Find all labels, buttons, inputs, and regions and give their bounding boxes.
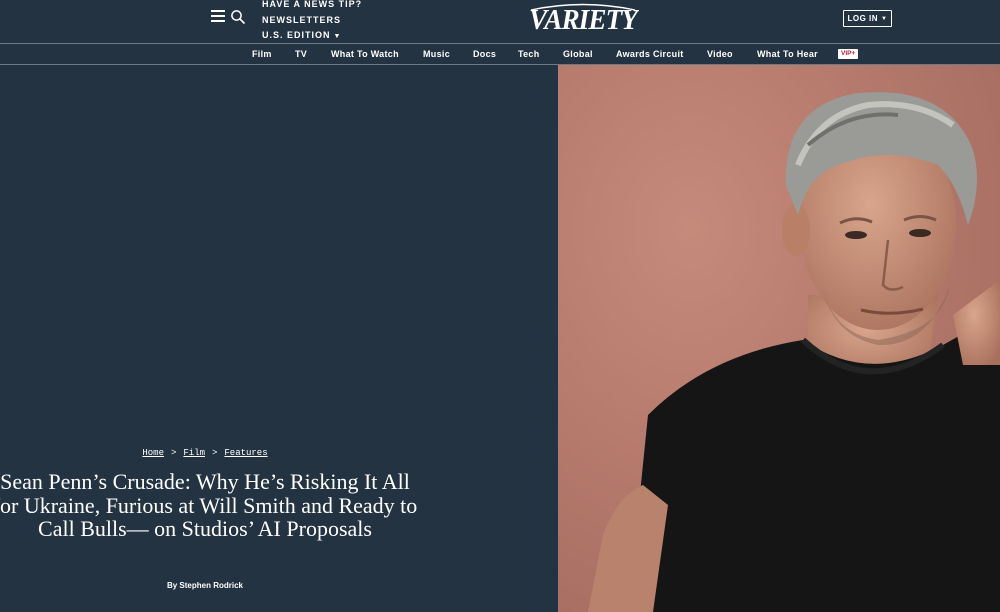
news-tip-link[interactable]: HAVE A NEWS TIP? bbox=[262, 0, 362, 13]
edition-label: U.S. EDITION bbox=[262, 30, 331, 40]
article-headline: Sean Penn’s Crusade: Why He’s Risking It… bbox=[0, 469, 418, 541]
login-button[interactable]: LOG IN ▼ bbox=[843, 10, 892, 27]
hero-photo bbox=[558, 65, 1000, 612]
nav-item-tv[interactable]: TV bbox=[295, 44, 307, 64]
nav-item-what-to-watch[interactable]: What To Watch bbox=[331, 44, 399, 64]
breadcrumb-home[interactable]: Home bbox=[142, 448, 164, 458]
breadcrumb-film[interactable]: Film bbox=[183, 448, 205, 458]
login-label: LOG IN bbox=[847, 14, 879, 23]
logo-text: VARIETY bbox=[529, 4, 639, 36]
chevron-down-icon: ▼ bbox=[881, 15, 888, 22]
nav-item-video[interactable]: Video bbox=[707, 44, 733, 64]
nav-item-global[interactable]: Global bbox=[563, 44, 593, 64]
variety-logo[interactable]: VARIETY bbox=[527, 1, 641, 37]
nav-item-docs[interactable]: Docs bbox=[473, 44, 496, 64]
author-link[interactable]: By Stephen Rodrick bbox=[167, 581, 243, 590]
nav-item-what-to-hear[interactable]: What To Hear bbox=[757, 44, 818, 64]
nav-item-music[interactable]: Music bbox=[423, 44, 450, 64]
chevron-down-icon: ▼ bbox=[333, 33, 342, 40]
breadcrumb: Home > Film > Features bbox=[0, 448, 410, 458]
hamburger-menu-icon[interactable] bbox=[211, 10, 225, 24]
nav-item-film[interactable]: Film bbox=[252, 44, 272, 64]
utility-links: HAVE A NEWS TIP? NEWSLETTERS U.S. EDITIO… bbox=[262, 0, 362, 45]
nav-item-awards-circuit[interactable]: Awards Circuit bbox=[616, 44, 684, 64]
search-icon[interactable] bbox=[230, 9, 246, 25]
newsletters-link[interactable]: NEWSLETTERS bbox=[262, 13, 362, 29]
breadcrumb-separator: > bbox=[170, 448, 177, 458]
byline: By Stephen Rodrick bbox=[0, 581, 410, 590]
breadcrumb-separator: > bbox=[212, 448, 218, 458]
vip-plus-badge[interactable]: VIP+ bbox=[838, 49, 859, 59]
breadcrumb-features[interactable]: Features bbox=[224, 448, 267, 458]
site-header: HAVE A NEWS TIP? NEWSLETTERS U.S. EDITIO… bbox=[0, 0, 1000, 43]
nav-item-tech[interactable]: Tech bbox=[518, 44, 540, 64]
